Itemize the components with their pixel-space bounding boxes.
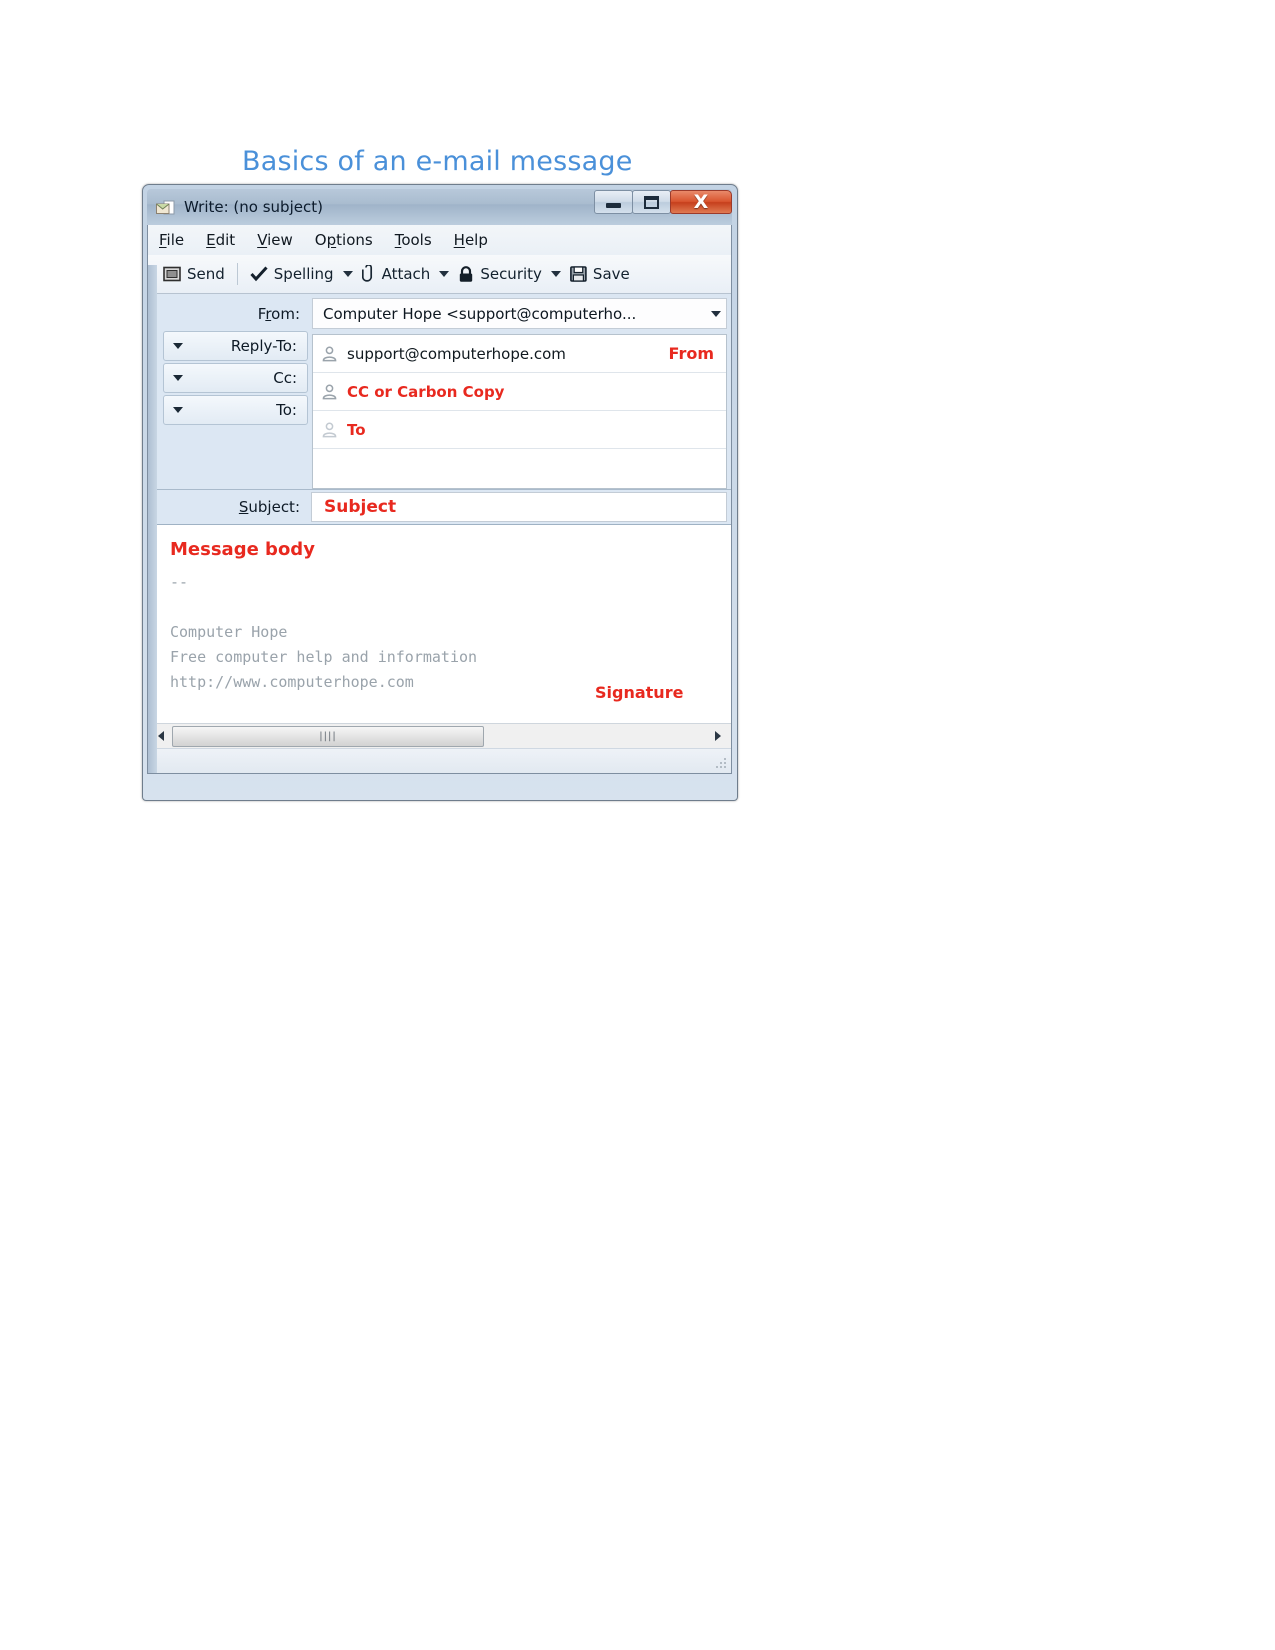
minimize-button[interactable] bbox=[594, 190, 633, 214]
address-row-empty[interactable] bbox=[313, 449, 726, 488]
save-button[interactable]: Save bbox=[565, 259, 635, 289]
contact-person-icon bbox=[322, 346, 337, 362]
subject-label-cell: Subject: bbox=[148, 490, 311, 524]
grip-icon: |||| bbox=[319, 730, 337, 742]
signature-line-1: Computer Hope bbox=[170, 623, 288, 641]
save-label: Save bbox=[592, 265, 630, 283]
check-mark-icon bbox=[250, 266, 268, 282]
chevron-down-icon bbox=[173, 343, 183, 349]
security-button[interactable]: Security bbox=[453, 259, 547, 289]
attach-label: Attach bbox=[381, 265, 431, 283]
header-field-column: Computer Hope <support@computerho... sup… bbox=[311, 294, 731, 489]
lock-icon bbox=[458, 265, 474, 283]
address-row-reply-to[interactable]: support@computerhope.com From bbox=[313, 335, 726, 373]
menu-item-edit[interactable]: Edit bbox=[206, 231, 235, 249]
message-body-editor[interactable]: Message body -- Computer Hope Free compu… bbox=[148, 525, 731, 723]
menu-item-tools[interactable]: Tools bbox=[395, 231, 432, 249]
paperclip-icon bbox=[361, 265, 376, 283]
close-icon: X bbox=[693, 190, 709, 213]
chevron-down-icon bbox=[342, 271, 353, 277]
header-label-column: From: Reply-To: Cc: To: bbox=[148, 294, 311, 489]
to-label: To: bbox=[276, 401, 297, 419]
scrollbar-thumb[interactable]: |||| bbox=[172, 725, 484, 747]
reply-to-value: support@computerhope.com bbox=[347, 344, 566, 363]
maximize-button[interactable] bbox=[632, 190, 671, 214]
from-value: Computer Hope <support@computerho... bbox=[323, 304, 637, 323]
signature-spacer bbox=[170, 595, 731, 620]
address-row-cc[interactable]: CC or Carbon Copy bbox=[313, 373, 726, 411]
reply-to-type-button[interactable]: Reply-To: bbox=[163, 331, 308, 361]
to-value: To bbox=[347, 420, 366, 439]
minimize-icon bbox=[606, 203, 621, 208]
send-label: Send bbox=[187, 265, 225, 283]
compose-mail-icon bbox=[155, 197, 177, 217]
menu-item-options[interactable]: Options bbox=[315, 231, 373, 249]
message-headers-pane: From: Reply-To: Cc: To: Computer Hope <s bbox=[148, 294, 731, 490]
window-left-scroll-strip[interactable] bbox=[148, 265, 157, 773]
chevron-down-icon bbox=[439, 271, 450, 277]
spelling-dropdown-button[interactable] bbox=[339, 259, 357, 289]
reply-to-label: Reply-To: bbox=[230, 337, 297, 355]
chevron-down-icon bbox=[711, 310, 721, 317]
window-controls: X bbox=[594, 190, 732, 214]
floppy-disk-icon bbox=[570, 266, 587, 282]
title-bar[interactable]: Write: (no subject) X bbox=[147, 189, 732, 225]
cc-value: CC or Carbon Copy bbox=[347, 382, 505, 401]
page-title: Basics of an e-mail message bbox=[242, 146, 633, 177]
send-envelope-icon bbox=[163, 266, 181, 282]
right-arrow-icon bbox=[715, 731, 721, 741]
menu-item-help[interactable]: Help bbox=[454, 231, 488, 249]
attach-button[interactable]: Attach bbox=[357, 259, 436, 289]
send-button[interactable]: Send bbox=[158, 259, 230, 289]
security-dropdown-button[interactable] bbox=[547, 259, 565, 289]
cc-type-button[interactable]: Cc: bbox=[163, 363, 308, 393]
toolbar: Send Spelling Attach Security Save bbox=[148, 255, 731, 294]
recipient-address-list: support@computerhope.com From CC or Carb… bbox=[312, 334, 727, 489]
contact-person-icon bbox=[322, 384, 337, 400]
annotation-from: From bbox=[668, 344, 714, 363]
close-button[interactable]: X bbox=[670, 190, 732, 214]
security-label: Security bbox=[480, 265, 542, 283]
chevron-down-icon bbox=[173, 407, 183, 413]
attach-dropdown-button[interactable] bbox=[435, 259, 453, 289]
address-row-to[interactable]: To bbox=[313, 411, 726, 449]
window-client-area: File Edit View Options Tools Help Send S… bbox=[147, 225, 732, 774]
scroll-right-button[interactable] bbox=[707, 731, 729, 741]
annotation-message-body: Message body bbox=[170, 539, 315, 560]
subject-value: Subject bbox=[324, 497, 397, 517]
subject-input[interactable]: Subject bbox=[311, 492, 727, 522]
subject-row: Subject: Subject bbox=[148, 490, 731, 525]
chevron-down-icon bbox=[550, 271, 561, 277]
window-title: Write: (no subject) bbox=[184, 198, 323, 216]
from-label-row: From: bbox=[148, 298, 311, 329]
email-compose-window: Write: (no subject) X File Edit View Opt… bbox=[142, 184, 738, 801]
to-type-button[interactable]: To: bbox=[163, 395, 308, 425]
menu-bar: File Edit View Options Tools Help bbox=[148, 225, 731, 255]
toolbar-separator bbox=[236, 263, 238, 285]
signature-line-2: Free computer help and information bbox=[170, 648, 478, 666]
maximize-icon bbox=[644, 195, 659, 209]
chevron-down-icon bbox=[173, 375, 183, 381]
signature-delimiter: -- bbox=[170, 573, 189, 591]
from-label: From: bbox=[257, 304, 300, 323]
left-arrow-icon bbox=[158, 731, 164, 741]
menu-item-view[interactable]: View bbox=[257, 231, 293, 249]
menu-item-file[interactable]: File bbox=[159, 231, 184, 249]
resize-grip[interactable] bbox=[715, 757, 728, 770]
contact-person-icon bbox=[322, 422, 337, 438]
spelling-button[interactable]: Spelling bbox=[245, 259, 339, 289]
spelling-label: Spelling bbox=[273, 265, 334, 283]
cc-label: Cc: bbox=[273, 369, 297, 387]
subject-label: Subject: bbox=[238, 498, 300, 516]
horizontal-scrollbar[interactable]: |||| bbox=[148, 723, 731, 748]
from-select[interactable]: Computer Hope <support@computerho... bbox=[312, 298, 727, 329]
status-bar bbox=[148, 748, 731, 773]
annotation-signature: Signature bbox=[595, 683, 684, 702]
